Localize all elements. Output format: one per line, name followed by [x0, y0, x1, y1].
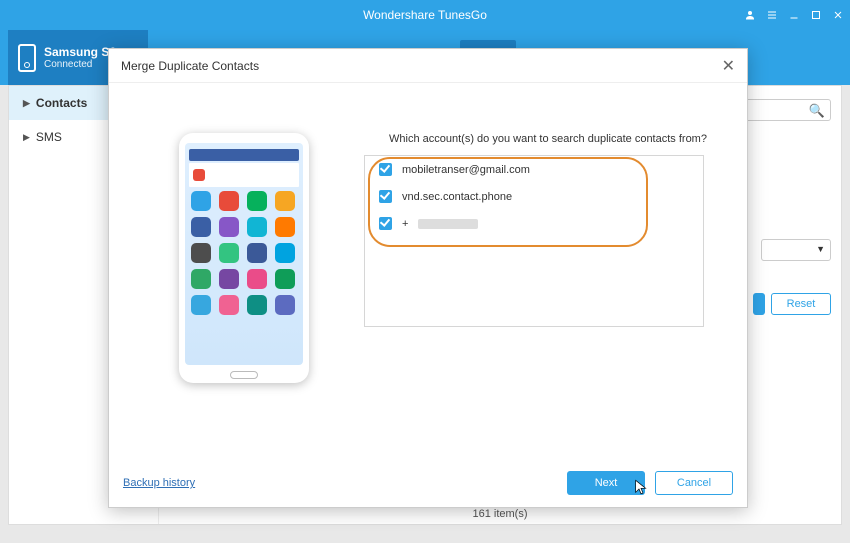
footer-buttons: Next Cancel: [567, 471, 733, 495]
phone-status-bar: [189, 149, 299, 161]
account-row[interactable]: vnd.sec.contact.phone: [365, 183, 703, 210]
app-icon: [247, 217, 267, 237]
app-icon: [275, 269, 295, 289]
app-icon: [191, 269, 211, 289]
app-icon: [275, 295, 295, 315]
app-icon: [247, 269, 267, 289]
app-grid: [191, 191, 297, 315]
user-icon[interactable]: [744, 9, 756, 21]
app-icon: [191, 217, 211, 237]
phone-widget: [189, 163, 299, 187]
filter-chip[interactable]: [753, 293, 765, 315]
chevron-right-icon: ▶: [23, 132, 30, 143]
modal-title: Merge Duplicate Contacts: [121, 59, 259, 73]
maximize-icon[interactable]: [810, 9, 822, 21]
chevron-right-icon: ▶: [23, 98, 30, 109]
account-label: +: [402, 218, 408, 230]
phone-screen: [185, 143, 303, 365]
minimize-icon[interactable]: [788, 9, 800, 21]
chevron-down-icon: ▼: [816, 244, 825, 254]
account-label: vnd.sec.contact.phone: [402, 191, 512, 203]
close-icon[interactable]: [832, 9, 844, 21]
app-icon: [247, 295, 267, 315]
modal-footer: Backup history Next Cancel: [109, 459, 747, 507]
merge-contacts-modal: Merge Duplicate Contacts ✕ Which account…: [108, 48, 748, 508]
app-icon: [219, 191, 239, 211]
search-icon: 🔍: [809, 103, 825, 119]
filter-dropdown[interactable]: ▼: [761, 239, 831, 261]
checkbox-checked-icon[interactable]: [379, 190, 392, 203]
account-label: mobiletranser@gmail.com: [402, 164, 530, 176]
phone-icon: [18, 44, 36, 72]
sidebar-item-label: SMS: [36, 130, 62, 144]
app-icon: [191, 295, 211, 315]
item-count: 161 item(s): [472, 508, 527, 520]
app-icon: [219, 217, 239, 237]
accounts-list: mobiletranser@gmail.com vnd.sec.contact.…: [364, 155, 704, 327]
next-button-label: Next: [595, 477, 618, 489]
menu-icon[interactable]: [766, 9, 778, 21]
mouse-cursor-icon: [633, 477, 649, 502]
app-icon: [275, 191, 295, 211]
titlebar: Wondershare TunesGo: [0, 0, 850, 30]
sidebar-item-label: Contacts: [36, 96, 87, 110]
app-icon: [275, 217, 295, 237]
modal-body: Which account(s) do you want to search d…: [109, 83, 747, 459]
device-name: Samsung S6: [44, 45, 116, 59]
device-status: Connected: [44, 59, 116, 70]
cancel-button[interactable]: Cancel: [655, 471, 733, 495]
account-row[interactable]: +: [365, 210, 703, 237]
window-controls: [744, 0, 844, 30]
phone-mockup: [179, 133, 309, 383]
phone-home-button: [230, 371, 258, 379]
reset-button-label: Reset: [787, 298, 816, 310]
modal-header: Merge Duplicate Contacts ✕: [109, 49, 747, 83]
status-bar: 161 item(s): [169, 508, 831, 520]
checkbox-checked-icon[interactable]: [379, 163, 392, 176]
obscured-text: [418, 219, 478, 229]
modal-question: Which account(s) do you want to search d…: [369, 133, 727, 145]
app-title: Wondershare TunesGo: [363, 8, 487, 22]
app-icon: [247, 243, 267, 263]
app-icon: [191, 191, 211, 211]
app-icon: [247, 191, 267, 211]
backup-history-link[interactable]: Backup history: [123, 477, 195, 489]
app-icon: [275, 243, 295, 263]
app-icon: [219, 295, 239, 315]
modal-close-button[interactable]: ✕: [722, 56, 735, 76]
backup-history-label: Backup history: [123, 477, 195, 489]
checkbox-checked-icon[interactable]: [379, 217, 392, 230]
app-icon: [219, 243, 239, 263]
reset-button[interactable]: Reset: [771, 293, 831, 315]
app-icon: [219, 269, 239, 289]
app-icon: [191, 243, 211, 263]
account-row[interactable]: mobiletranser@gmail.com: [365, 156, 703, 183]
cancel-button-label: Cancel: [677, 477, 711, 489]
